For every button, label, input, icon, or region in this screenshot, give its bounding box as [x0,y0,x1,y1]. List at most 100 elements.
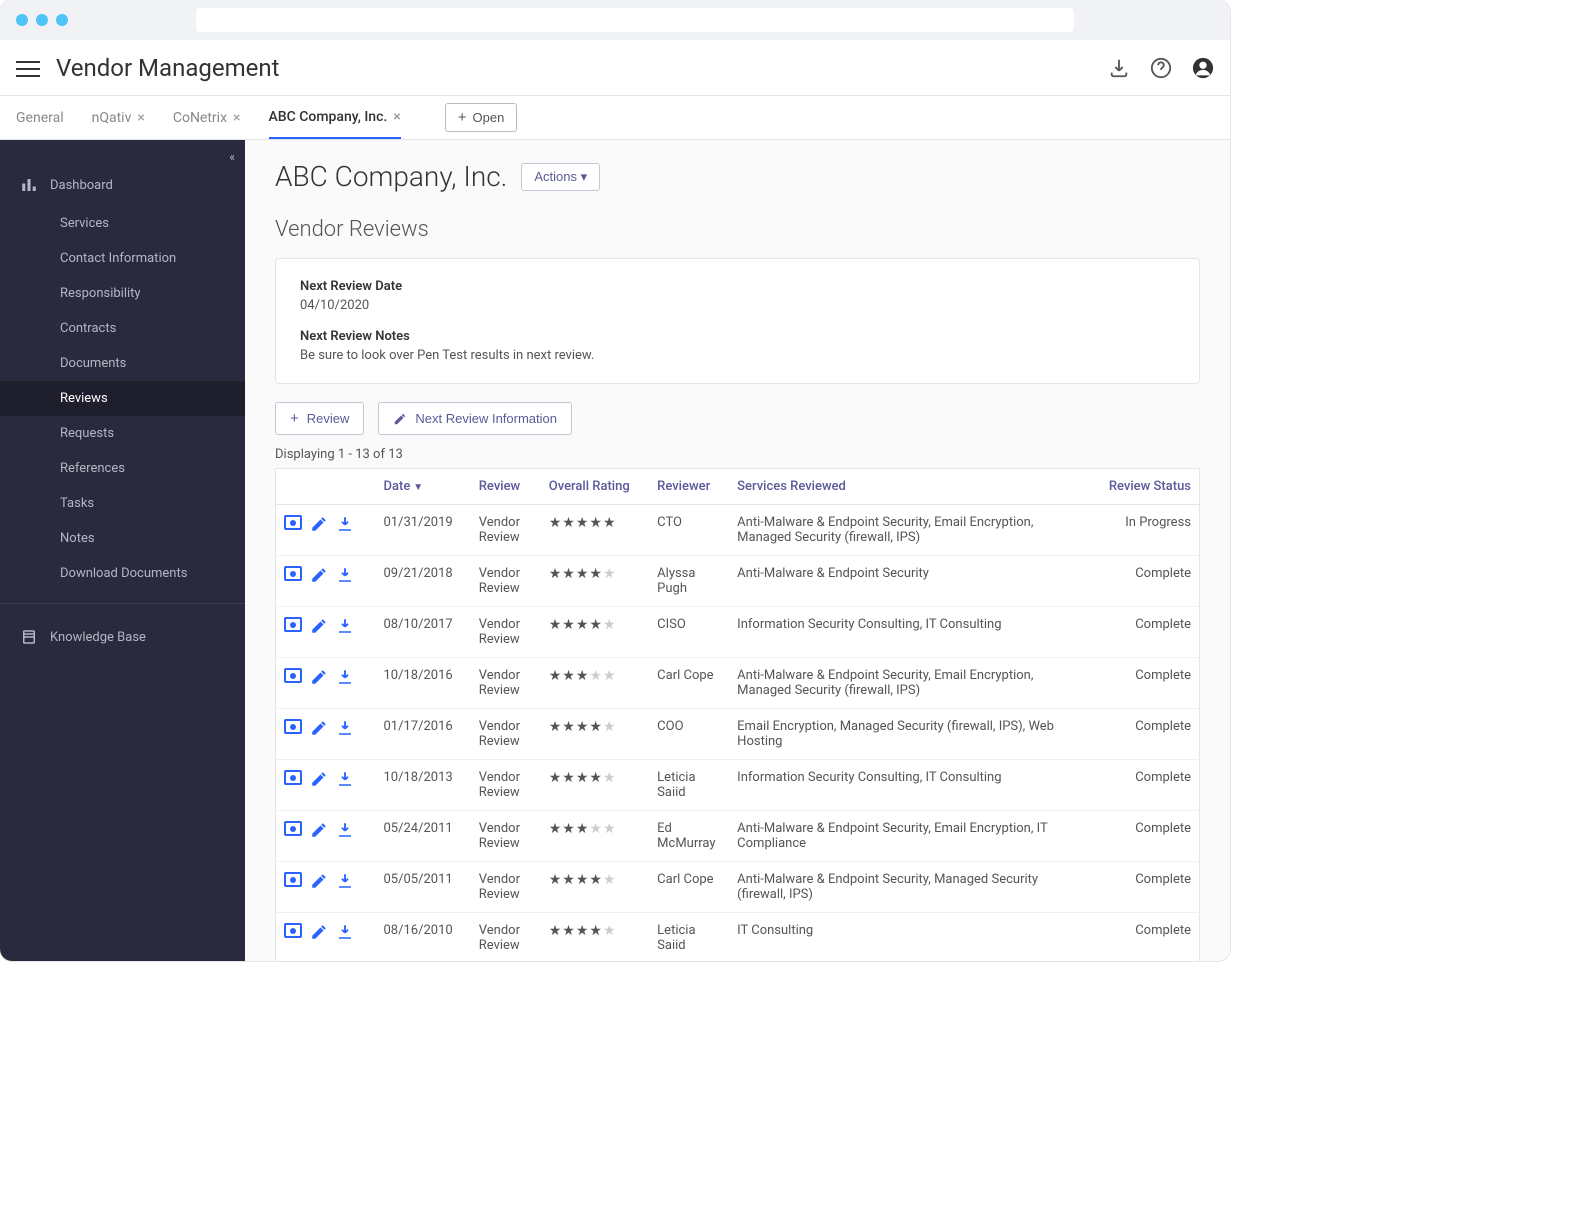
tab-nqativ[interactable]: nQativ × [92,98,145,138]
cell-status: Complete [1089,709,1199,760]
sidebar-item-reviews[interactable]: Reviews [0,381,245,416]
cell-date: 08/10/2017 [376,607,471,658]
download-icon[interactable] [1108,57,1130,79]
tabs-bar: GeneralnQativ×CoNetrix×ABC Company, Inc.… [0,96,1230,140]
sidebar-item-tasks[interactable]: Tasks [0,486,245,521]
cell-services: Anti-Malware & Endpoint Security, Email … [729,811,1089,862]
col-date[interactable]: Date▼ [376,469,471,505]
cell-rating: ★★★★★ [541,760,649,811]
edit-icon[interactable] [310,872,328,890]
cell-reviewer: Carl Cope [649,658,729,709]
cell-review: Vendor Review [471,607,541,658]
browser-chrome [0,0,1230,40]
download-icon[interactable] [336,923,354,941]
add-review-button[interactable]: + Review [275,402,364,435]
help-icon[interactable] [1150,57,1172,79]
sidebar-item-knowledge-base[interactable]: Knowledge Base [0,616,245,658]
cell-reviewer: Leticia Saiid [649,913,729,962]
view-icon[interactable] [284,617,302,632]
edit-icon[interactable] [310,668,328,686]
sidebar-item-services[interactable]: Services [0,206,245,241]
next-review-info-button[interactable]: Next Review Information [378,402,572,435]
col-status[interactable]: Review Status [1089,469,1199,505]
cell-status: Complete [1089,760,1199,811]
col-services[interactable]: Services Reviewed [729,469,1089,505]
download-icon[interactable] [336,872,354,890]
sidebar-item-references[interactable]: References [0,451,245,486]
view-icon[interactable] [284,821,302,836]
edit-icon[interactable] [310,923,328,941]
actions-dropdown[interactable]: Actions ▾ [521,163,600,191]
table-row: 08/10/2017Vendor Review★★★★★CISOInformat… [276,607,1200,658]
menu-icon[interactable] [16,56,40,80]
download-icon[interactable] [336,617,354,635]
cell-status: Complete [1089,658,1199,709]
window-dot [36,14,48,26]
tab-conetrix[interactable]: CoNetrix× [173,98,241,138]
pencil-icon [393,412,407,426]
cell-rating: ★★★★★ [541,556,649,607]
app-title: Vendor Management [56,54,1108,82]
col-reviewer[interactable]: Reviewer [649,469,729,505]
view-icon[interactable] [284,923,302,938]
table-row: 05/24/2011Vendor Review★★★★★Ed McMurrayA… [276,811,1200,862]
edit-icon[interactable] [310,821,328,839]
edit-icon[interactable] [310,719,328,737]
sidebar-item-notes[interactable]: Notes [0,521,245,556]
edit-icon[interactable] [310,617,328,635]
cell-date: 01/17/2016 [376,709,471,760]
download-icon[interactable] [336,770,354,788]
next-review-date-label: Next Review Date [300,279,1175,294]
view-icon[interactable] [284,668,302,683]
sidebar-item-responsibility[interactable]: Responsibility [0,276,245,311]
sidebar-item-contact-information[interactable]: Contact Information [0,241,245,276]
page-title: ABC Company, Inc. [275,160,507,193]
cell-review: Vendor Review [471,760,541,811]
table-row: 10/18/2016Vendor Review★★★★★Carl CopeAnt… [276,658,1200,709]
edit-icon[interactable] [310,770,328,788]
close-icon[interactable]: × [137,110,144,126]
edit-icon[interactable] [310,566,328,584]
col-review[interactable]: Review [471,469,541,505]
sidebar-item-requests[interactable]: Requests [0,416,245,451]
view-icon[interactable] [284,872,302,887]
cell-services: Information Security Consulting, IT Cons… [729,760,1089,811]
download-icon[interactable] [336,515,354,533]
next-info-label: Next Review Information [415,411,557,426]
cell-rating: ★★★★★ [541,505,649,556]
cell-date: 10/18/2016 [376,658,471,709]
tab-label: nQativ [92,110,132,126]
window-dot [56,14,68,26]
account-icon[interactable] [1192,57,1214,79]
window-dot [16,14,28,26]
download-icon[interactable] [336,821,354,839]
sidebar-item-download-documents[interactable]: Download Documents [0,556,245,591]
pager-text: Displaying 1 - 13 of 13 [275,447,1200,462]
sidebar-item-dashboard[interactable]: Dashboard [0,164,245,206]
reviews-table: Date▼ Review Overall Rating Reviewer Ser… [275,468,1200,961]
tab-abc-company-inc-[interactable]: ABC Company, Inc.× [269,97,401,139]
download-icon[interactable] [336,719,354,737]
cell-review: Vendor Review [471,556,541,607]
download-icon[interactable] [336,668,354,686]
open-tab-button[interactable]: + Open [445,103,518,132]
col-rating[interactable]: Overall Rating [541,469,649,505]
edit-icon[interactable] [310,515,328,533]
sidebar-item-documents[interactable]: Documents [0,346,245,381]
view-icon[interactable] [284,770,302,785]
table-row: 01/31/2019Vendor Review★★★★★CTOAnti-Malw… [276,505,1200,556]
view-icon[interactable] [284,566,302,581]
main-content: ABC Company, Inc. Actions ▾ Vendor Revie… [245,140,1230,961]
view-icon[interactable] [284,515,302,530]
cell-reviewer: CTO [649,505,729,556]
download-icon[interactable] [336,566,354,584]
sidebar-item-contracts[interactable]: Contracts [0,311,245,346]
url-bar[interactable] [196,8,1074,32]
close-icon[interactable]: × [393,109,400,125]
tab-general[interactable]: General [16,98,64,138]
close-icon[interactable]: × [233,110,240,126]
cell-reviewer: Carl Cope [649,862,729,913]
sidebar-item-label: Knowledge Base [50,630,146,645]
sidebar-collapse-icon[interactable]: « [229,150,235,164]
view-icon[interactable] [284,719,302,734]
